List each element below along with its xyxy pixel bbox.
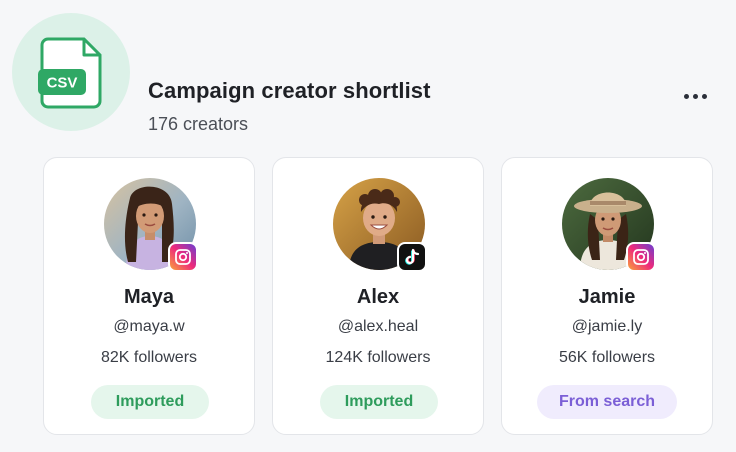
instagram-icon	[626, 242, 656, 272]
source-badge: Imported	[320, 385, 438, 419]
list-title: Campaign creator shortlist	[148, 78, 431, 103]
creator-name: Alex	[356, 286, 400, 308]
more-options-button[interactable]	[678, 86, 712, 106]
csv-label: CSV	[47, 75, 78, 92]
csv-file-badge: CSV	[12, 13, 130, 131]
creator-name: Jamie	[578, 286, 636, 308]
creator-name: Maya	[123, 286, 175, 308]
creator-handle: @jamie.ly	[571, 318, 643, 335]
tiktok-icon	[397, 242, 427, 272]
source-badge: From search	[537, 385, 677, 419]
source-badge: Imported	[91, 385, 209, 419]
creator-handle: @maya.w	[113, 318, 185, 335]
csv-file-icon: CSV	[38, 37, 102, 109]
instagram-icon	[168, 242, 198, 272]
creator-shortlist-panel: CSV Campaign creator shortlist 176 creat…	[0, 0, 736, 452]
creator-card[interactable]: Alex @alex.heal 124K followers Imported	[272, 157, 484, 435]
more-horizontal-icon	[683, 93, 689, 99]
creator-count: 176 creators	[148, 114, 249, 134]
follower-count: 56K followers	[558, 349, 656, 366]
creator-card[interactable]: Maya @maya.w 82K followers Imported	[43, 157, 255, 435]
creator-card[interactable]: Jamie @jamie.ly 56K followers From searc…	[501, 157, 713, 435]
follower-count: 82K followers	[100, 349, 198, 366]
creator-handle: @alex.heal	[337, 318, 419, 335]
follower-count: 124K followers	[325, 349, 431, 366]
